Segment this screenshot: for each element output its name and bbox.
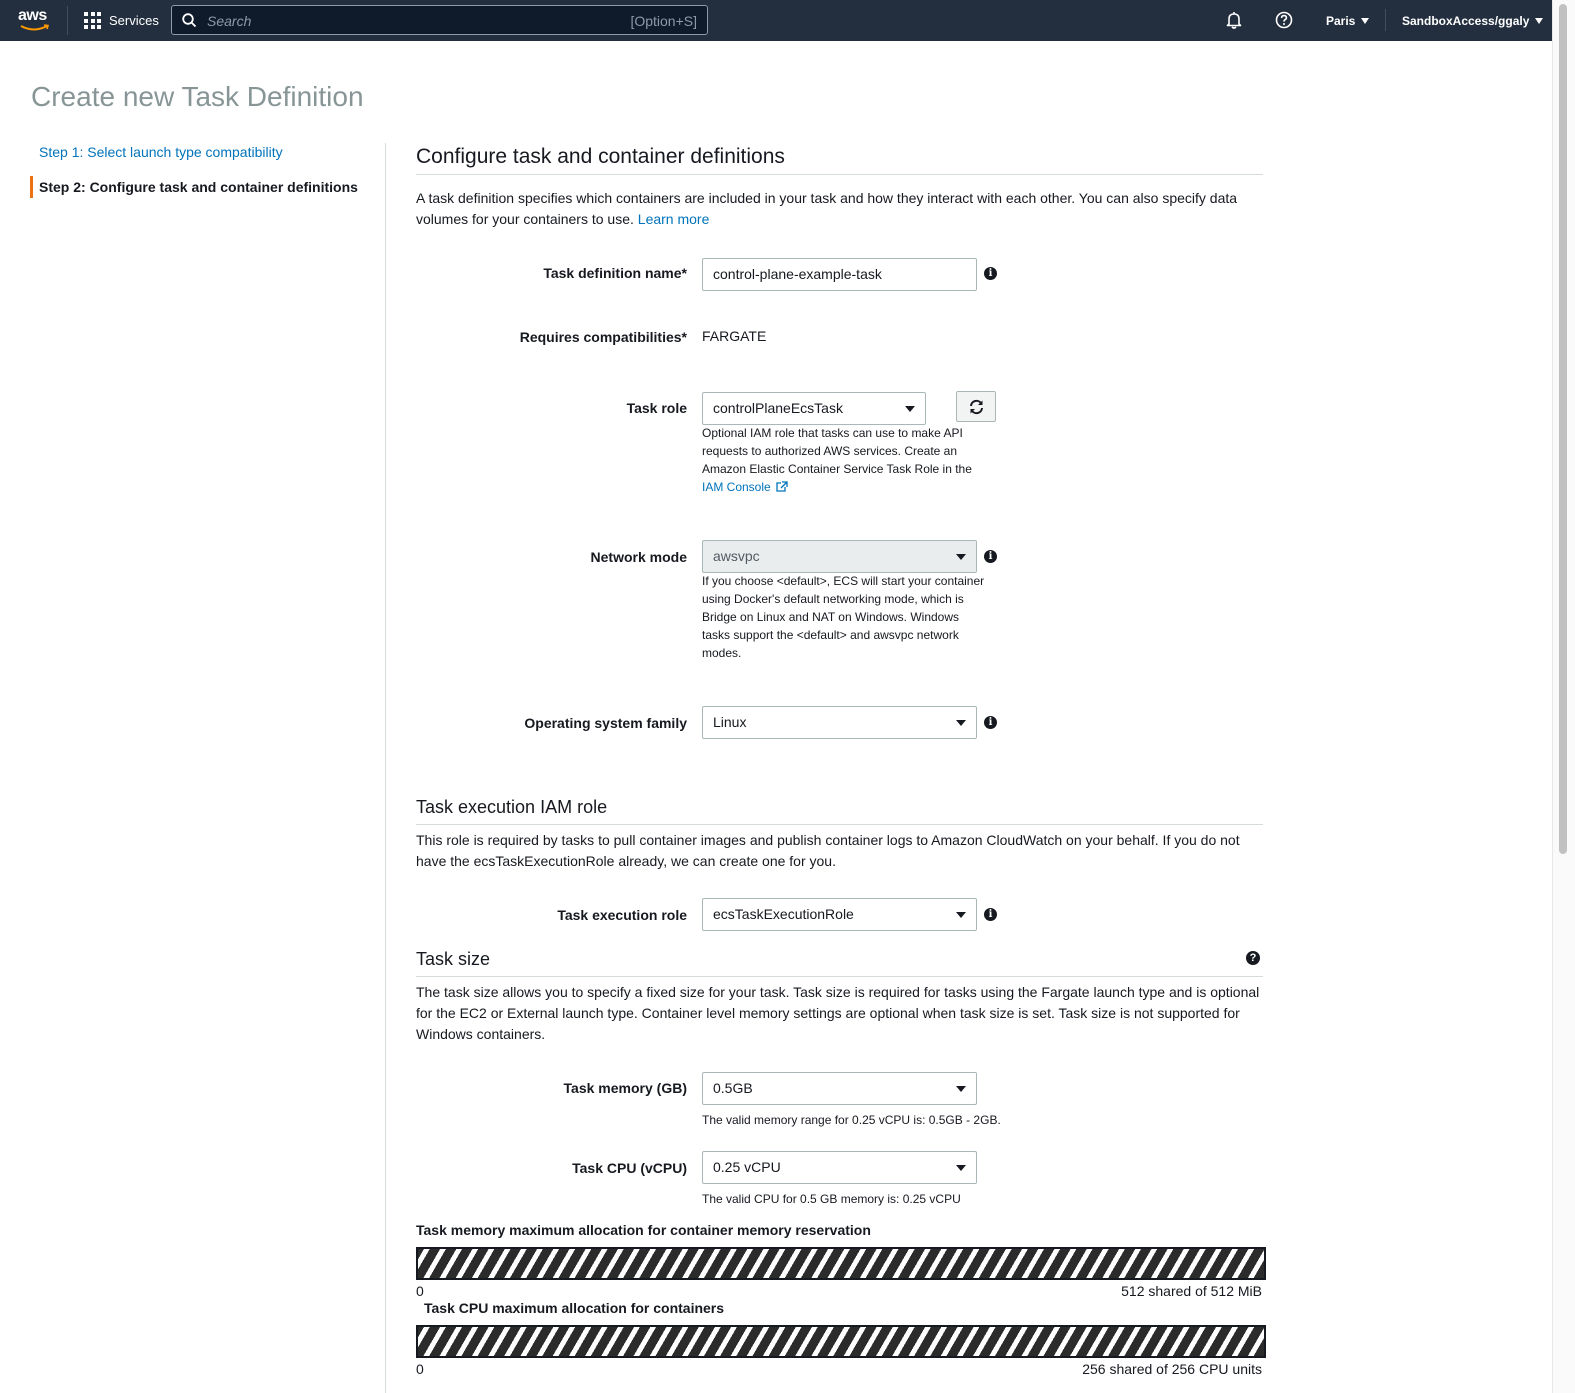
search-input[interactable]: Search [Option+S] xyxy=(171,5,708,35)
aws-logo[interactable]: aws xyxy=(18,8,52,34)
iam-console-link[interactable]: IAM Console xyxy=(702,480,788,494)
bell-icon[interactable] xyxy=(1225,11,1243,29)
chevron-down-icon xyxy=(1361,17,1370,24)
cpu-allocation-bar xyxy=(416,1325,1266,1358)
task-role-select[interactable]: controlPlaneEcsTask xyxy=(702,392,926,425)
info-icon[interactable]: i xyxy=(984,716,997,729)
aws-smile-icon xyxy=(20,24,50,31)
task-cpu-select[interactable]: 0.25 vCPU xyxy=(702,1151,977,1184)
step-2-current: Step 2: Configure task and container def… xyxy=(30,176,386,198)
refresh-icon xyxy=(970,399,983,415)
task-role-label: Task role xyxy=(626,400,687,416)
network-mode-help: If you choose <default>, ECS will start … xyxy=(702,574,985,660)
account-menu[interactable]: SandboxAccess/ggaly xyxy=(1402,0,1544,41)
caret-down-icon xyxy=(956,720,966,726)
external-link-icon xyxy=(776,481,788,492)
services-label: Services xyxy=(109,13,159,28)
search-shortcut: [Option+S] xyxy=(630,13,697,29)
configure-description-text: A task definition specifies which contai… xyxy=(416,190,1238,227)
cpu-allocation-min: 0 xyxy=(416,1361,424,1377)
memory-allocation-label: Task memory maximum allocation for conta… xyxy=(416,1222,871,1238)
execution-description: This role is required by tasks to pull c… xyxy=(416,832,1240,869)
nav-divider xyxy=(67,6,68,35)
steps-divider xyxy=(385,143,386,1393)
configure-description: A task definition specifies which contai… xyxy=(416,188,1263,230)
search-icon xyxy=(182,13,197,28)
iam-console-link-text: IAM Console xyxy=(702,480,771,494)
task-memory-selected: 0.5GB xyxy=(713,1080,753,1096)
info-icon[interactable]: i xyxy=(984,267,997,280)
chevron-down-icon xyxy=(1535,17,1544,24)
region-selector[interactable]: Paris xyxy=(1326,0,1370,41)
help-icon[interactable] xyxy=(1275,11,1293,29)
configure-section-title: Configure task and container definitions xyxy=(416,145,1263,175)
task-execution-role-label: Task execution role xyxy=(557,907,687,923)
task-memory-select[interactable]: 0.5GB xyxy=(702,1072,977,1105)
task-execution-role-selected: ecsTaskExecutionRole xyxy=(713,906,854,922)
services-menu[interactable]: Services xyxy=(84,0,159,41)
requires-compatibilities-label: Requires compatibilities* xyxy=(519,329,687,345)
search-placeholder: Search xyxy=(207,13,252,29)
task-role-help: Optional IAM role that tasks can use to … xyxy=(702,424,987,496)
task-cpu-selected: 0.25 vCPU xyxy=(713,1159,781,1175)
task-size-section-title: Task size xyxy=(416,949,1263,977)
cpu-allocation-label: Task CPU maximum allocation for containe… xyxy=(424,1300,725,1316)
task-memory-help: The valid memory range for 0.25 vCPU is:… xyxy=(702,1113,1001,1127)
page-scrollbar[interactable] xyxy=(1552,0,1575,1393)
memory-allocation-min: 0 xyxy=(416,1283,424,1299)
os-family-select[interactable]: Linux xyxy=(702,706,977,739)
cpu-allocation-max: 256 shared of 256 CPU units xyxy=(1082,1361,1262,1377)
execution-section-title: Task execution IAM role xyxy=(416,797,1263,825)
caret-down-icon xyxy=(956,554,966,560)
task-definition-name-input[interactable]: control-plane-example-task xyxy=(702,258,977,291)
refresh-roles-button[interactable] xyxy=(956,391,996,422)
task-cpu-label: Task CPU (vCPU) xyxy=(572,1160,687,1176)
task-size-help-icon[interactable]: ? xyxy=(1246,951,1260,965)
nav-divider xyxy=(1385,9,1386,31)
step-1-link[interactable]: Step 1: Select launch type compatibility xyxy=(31,143,386,163)
task-role-selected: controlPlaneEcsTask xyxy=(713,400,843,416)
caret-down-icon xyxy=(956,1165,966,1171)
caret-down-icon xyxy=(956,912,966,918)
network-mode-select[interactable]: awsvpc xyxy=(702,540,977,573)
top-navigation: aws Services Search [Option+S] Paris San… xyxy=(0,0,1552,41)
requires-compatibilities-value: FARGATE xyxy=(702,328,767,344)
task-cpu-help: The valid CPU for 0.5 GB memory is: 0.25… xyxy=(702,1192,961,1206)
aws-logo-text: aws xyxy=(18,7,47,24)
task-execution-role-select[interactable]: ecsTaskExecutionRole xyxy=(702,898,977,931)
task-definition-name-label: Task definition name* xyxy=(543,265,687,281)
network-mode-label: Network mode xyxy=(590,549,687,565)
caret-down-icon xyxy=(905,406,915,412)
info-icon[interactable]: i xyxy=(984,550,997,563)
grid-icon xyxy=(84,12,101,29)
os-family-label: Operating system family xyxy=(524,715,687,731)
network-mode-selected: awsvpc xyxy=(713,548,760,564)
region-label: Paris xyxy=(1326,13,1356,28)
memory-allocation-bar xyxy=(416,1247,1266,1280)
info-icon[interactable]: i xyxy=(984,908,997,921)
scrollbar-thumb[interactable] xyxy=(1559,4,1567,854)
task-role-help-text: Optional IAM role that tasks can use to … xyxy=(702,426,972,476)
account-label: SandboxAccess/ggaly xyxy=(1402,13,1530,28)
task-size-description: The task size allows you to specify a fi… xyxy=(416,984,1260,1042)
task-memory-label: Task memory (GB) xyxy=(563,1080,687,1096)
memory-allocation-max: 512 shared of 512 MiB xyxy=(1121,1283,1262,1299)
page-title: Create new Task Definition xyxy=(31,81,364,112)
wizard-steps: Step 1: Select launch type compatibility… xyxy=(30,143,386,198)
learn-more-link[interactable]: Learn more xyxy=(638,211,710,227)
os-family-selected: Linux xyxy=(713,714,747,730)
caret-down-icon xyxy=(956,1086,966,1092)
